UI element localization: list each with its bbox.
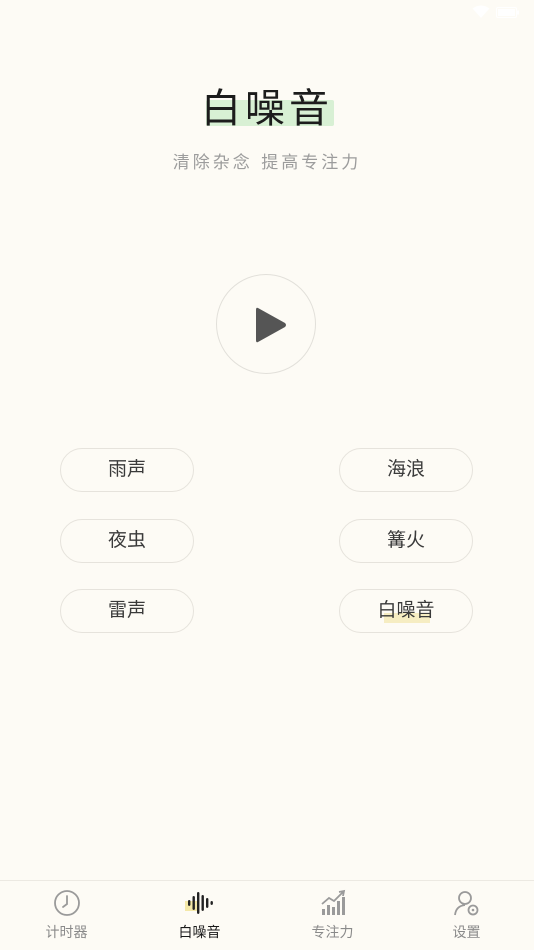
tab-label: 设置 [452, 925, 481, 941]
sound-label: 雷声 [107, 599, 146, 621]
tab-label: 白噪音 [178, 925, 221, 941]
page-subtitle: 清除杂念 提高专注力 [172, 153, 362, 173]
tab-label: 计时器 [45, 925, 88, 941]
sound-label: 夜虫 [107, 529, 146, 551]
battery-icon [496, 7, 519, 18]
play-button[interactable] [216, 274, 316, 374]
tab-white-noise[interactable]: 白噪音 [133, 881, 266, 950]
wifi-icon [472, 5, 490, 18]
status-bar [0, 0, 534, 26]
tab-label: 专注力 [311, 925, 354, 941]
sound-button-thunder[interactable]: 雷声 [60, 589, 194, 633]
sound-button-white-noise[interactable]: 白噪音 [339, 589, 473, 633]
chart-trend-icon [321, 889, 346, 915]
play-icon [256, 307, 286, 343]
bottom-tab-bar: 计时器 白噪音 专注力 设置 [0, 880, 534, 950]
tab-timer[interactable]: 计时器 [0, 881, 133, 950]
tab-settings[interactable]: 设置 [400, 881, 533, 950]
sound-label: 白噪音 [377, 599, 435, 621]
sound-label: 篝火 [386, 529, 425, 551]
sound-button-rain[interactable]: 雨声 [60, 448, 194, 492]
title-block: 白噪音 [0, 82, 534, 136]
sound-button-waves[interactable]: 海浪 [339, 448, 473, 492]
clock-icon [54, 890, 80, 916]
page-title: 白噪音 [201, 86, 333, 132]
user-settings-icon [454, 891, 479, 916]
sound-label: 海浪 [386, 458, 425, 480]
sound-wave-icon [188, 892, 213, 914]
sound-button-night-insects[interactable]: 夜虫 [60, 519, 194, 563]
sound-button-campfire[interactable]: 篝火 [339, 519, 473, 563]
sound-label: 雨声 [107, 458, 146, 480]
tab-focus[interactable]: 专注力 [266, 881, 399, 950]
